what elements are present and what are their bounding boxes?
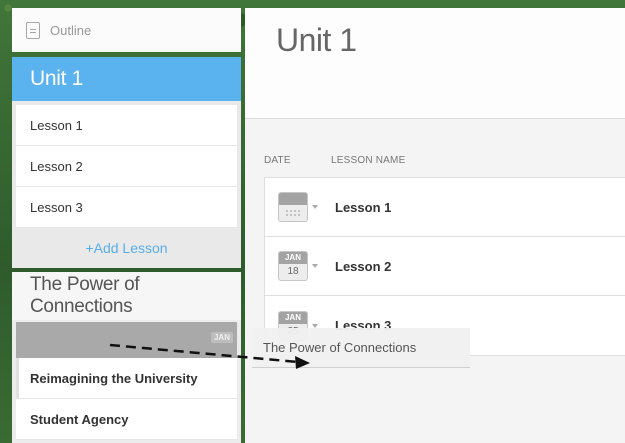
drag-ghost[interactable]: The Power of Connections xyxy=(252,328,470,368)
column-header-date: DATE xyxy=(264,155,291,166)
outline-toggle[interactable]: Outline xyxy=(12,8,241,52)
page-title: Unit 1 xyxy=(276,22,357,58)
unit-title[interactable]: Unit 1 xyxy=(12,57,241,101)
drag-placeholder: JAN xyxy=(16,322,237,358)
sidebar-lesson-item[interactable]: Lesson 2 xyxy=(16,146,237,187)
calendar-day: 18 xyxy=(287,266,299,277)
lesson-list: Lesson 1 Lesson 2 Lesson 3 xyxy=(12,101,241,228)
table-row[interactable]: Lesson 1 xyxy=(265,178,625,237)
section-title[interactable]: The Power of Connections xyxy=(12,272,241,320)
drag-slot-badge: JAN xyxy=(210,332,233,343)
outline-icon xyxy=(26,21,40,39)
table-header: DATE LESSON NAME xyxy=(264,155,405,166)
add-lesson-button[interactable]: +Add Lesson xyxy=(12,228,241,268)
calendar-month: JAN xyxy=(279,252,307,264)
sidebar-lesson-item[interactable]: Lesson 1 xyxy=(16,105,237,146)
lesson-name: Lesson 1 xyxy=(335,199,392,215)
calendar-month xyxy=(279,193,307,205)
section-panel: The Power of Connections JAN Reimagining… xyxy=(12,272,241,443)
calendar-grid xyxy=(285,209,302,218)
outline-label: Outline xyxy=(50,22,92,38)
main-pane: Unit 1 DATE LESSON NAME Lesson 1 JAN 18 … xyxy=(245,8,625,443)
sidebar-lesson-item[interactable]: Lesson 3 xyxy=(16,187,237,228)
chevron-down-icon[interactable] xyxy=(312,205,318,209)
main-header: Unit 1 xyxy=(245,8,625,119)
table-row[interactable]: JAN 18 Lesson 2 xyxy=(265,237,625,296)
column-header-lesson-name: LESSON NAME xyxy=(331,155,406,166)
sidebar-lesson-item[interactable]: Student Agency xyxy=(16,399,237,440)
sidebar-lesson-item[interactable]: Reimagining the University xyxy=(16,358,237,399)
chevron-down-icon[interactable] xyxy=(312,323,318,328)
calendar-empty-icon[interactable] xyxy=(278,192,308,222)
calendar-month: JAN xyxy=(279,311,307,324)
chevron-down-icon[interactable] xyxy=(312,264,318,268)
lesson-name: Lesson 2 xyxy=(335,258,392,274)
unit-panel: Unit 1 Lesson 1 Lesson 2 Lesson 3 +Add L… xyxy=(12,57,241,268)
calendar-date-icon[interactable]: JAN 18 xyxy=(278,251,308,281)
